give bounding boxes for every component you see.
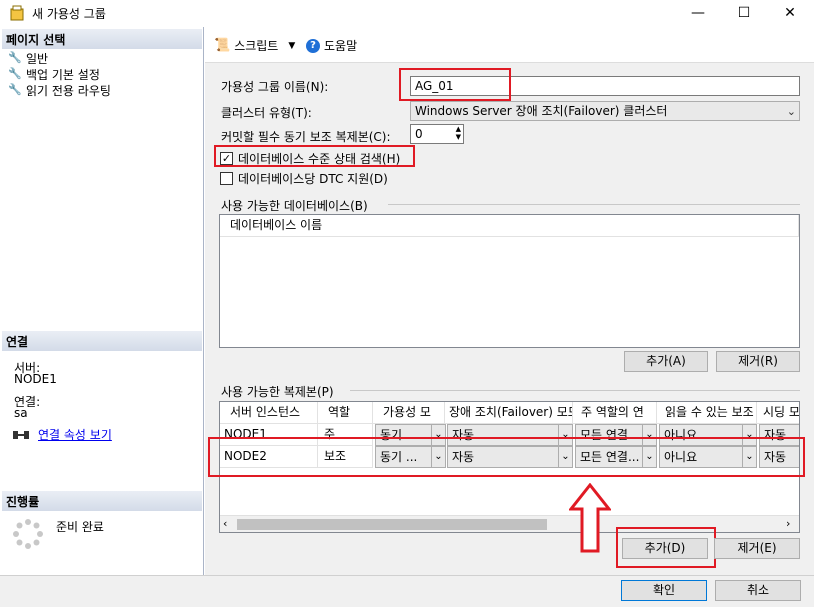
databases-column-header[interactable]: 데이터베이스 이름 <box>220 215 799 237</box>
group-divider <box>388 204 800 205</box>
script-icon: 📜 <box>214 38 231 53</box>
sidebar-item-general[interactable]: 🔧 일반 <box>8 50 48 66</box>
connection-value: sa <box>14 406 28 420</box>
sync-replicas-stepper[interactable]: 0 ▲ ▼ <box>410 124 464 144</box>
remove-database-button[interactable]: 제거(R) <box>716 351 800 372</box>
window-title: 새 가용성 그룹 <box>32 7 106 21</box>
highlight-replica-row <box>208 437 805 477</box>
cluster-type-label: 클러스터 유형(T): <box>221 106 312 120</box>
sync-replicas-value: 0 <box>415 127 423 141</box>
dtc-checkbox[interactable] <box>220 172 233 185</box>
connection-icon <box>12 428 30 442</box>
group-divider <box>350 390 800 391</box>
column-header-failover[interactable]: 장애 조치(Failover) 모드 <box>445 402 573 424</box>
sidebar-item-label: 일반 <box>26 51 49 66</box>
maximize-button[interactable]: ☐ <box>729 3 759 23</box>
replicas-group-label: 사용 가능한 복제본(P) <box>221 385 334 399</box>
script-label: 스크립트 <box>234 39 279 53</box>
highlight-db-health <box>214 145 415 167</box>
column-header-primary-conn[interactable]: 주 역할의 연 <box>573 402 657 424</box>
wrench-icon: 🔧 <box>8 51 22 64</box>
sidebar-item-label: 백업 기본 설정 <box>26 67 100 82</box>
progress-spinner-icon <box>12 518 44 550</box>
toolbar <box>205 27 814 63</box>
dtc-checkbox-row[interactable]: 데이터베이스당 DTC 지원(D) <box>220 170 388 187</box>
connection-header: 연결 <box>2 331 202 351</box>
column-header-availability[interactable]: 가용성 모 <box>373 402 445 424</box>
databases-group-label: 사용 가능한 데이터베이스(B) <box>221 199 368 213</box>
column-header-seeding[interactable]: 시딩 모 <box>757 402 799 424</box>
page-select-header: 페이지 선택 <box>2 29 202 49</box>
column-header-role[interactable]: 역할 <box>318 402 373 424</box>
chevron-right-icon[interactable]: › <box>786 517 790 530</box>
ok-button[interactable]: 확인 <box>621 580 707 601</box>
add-database-button[interactable]: 추가(A) <box>624 351 708 372</box>
cancel-button[interactable]: 취소 <box>715 580 801 601</box>
app-icon <box>10 5 24 21</box>
column-header-readable[interactable]: 읽을 수 있는 보조 <box>657 402 757 424</box>
view-connection-properties-link[interactable]: 연결 속성 보기 <box>38 426 112 443</box>
chevron-left-icon[interactable]: ‹ <box>223 517 227 530</box>
title-bar: 새 가용성 그룹 — ☐ ✕ <box>0 0 814 26</box>
chevron-down-icon: ⌄ <box>786 105 796 118</box>
sidebar-item-routing[interactable]: 🔧 읽기 전용 라우팅 <box>8 82 111 98</box>
help-icon: ? <box>306 38 320 53</box>
wrench-icon: 🔧 <box>8 67 22 80</box>
highlight-ag-name <box>399 68 511 101</box>
script-button[interactable]: 📜 스크립트 ▼ <box>214 37 295 54</box>
wrench-icon: 🔧 <box>8 83 22 96</box>
highlight-add-replica <box>616 527 716 568</box>
column-header-server[interactable]: 서버 인스턴스 <box>220 402 318 424</box>
sync-replicas-label: 커밋할 필수 동기 보조 복제본(C): <box>221 130 391 144</box>
progress-header: 진행률 <box>2 491 202 511</box>
help-label: 도움말 <box>324 39 358 53</box>
cluster-type-value: Windows Server 장애 조치(Failover) 클러스터 <box>415 104 668 118</box>
stepper-arrows-icon[interactable]: ▲ ▼ <box>456 125 461 141</box>
sidebar-item-backup[interactable]: 🔧 백업 기본 설정 <box>8 66 100 82</box>
progress-status: 준비 완료 <box>56 520 104 534</box>
dtc-label: 데이터베이스당 DTC 지원(D) <box>238 172 388 186</box>
sidebar-item-label: 읽기 전용 라우팅 <box>26 83 111 98</box>
ag-name-label: 가용성 그룹 이름(N): <box>221 80 329 94</box>
arrow-up-icon <box>567 482 613 553</box>
minimize-button[interactable]: — <box>683 3 713 23</box>
server-value: NODE1 <box>14 372 57 386</box>
chevron-down-icon: ▼ <box>288 40 296 51</box>
databases-grid[interactable]: 데이터베이스 이름 <box>219 214 800 348</box>
scrollbar-thumb[interactable] <box>237 519 547 530</box>
remove-replica-button[interactable]: 제거(E) <box>714 538 800 559</box>
close-button[interactable]: ✕ <box>775 3 805 23</box>
help-button[interactable]: ? 도움말 <box>306 37 357 54</box>
cluster-type-select[interactable]: Windows Server 장애 조치(Failover) 클러스터 ⌄ <box>410 101 800 121</box>
